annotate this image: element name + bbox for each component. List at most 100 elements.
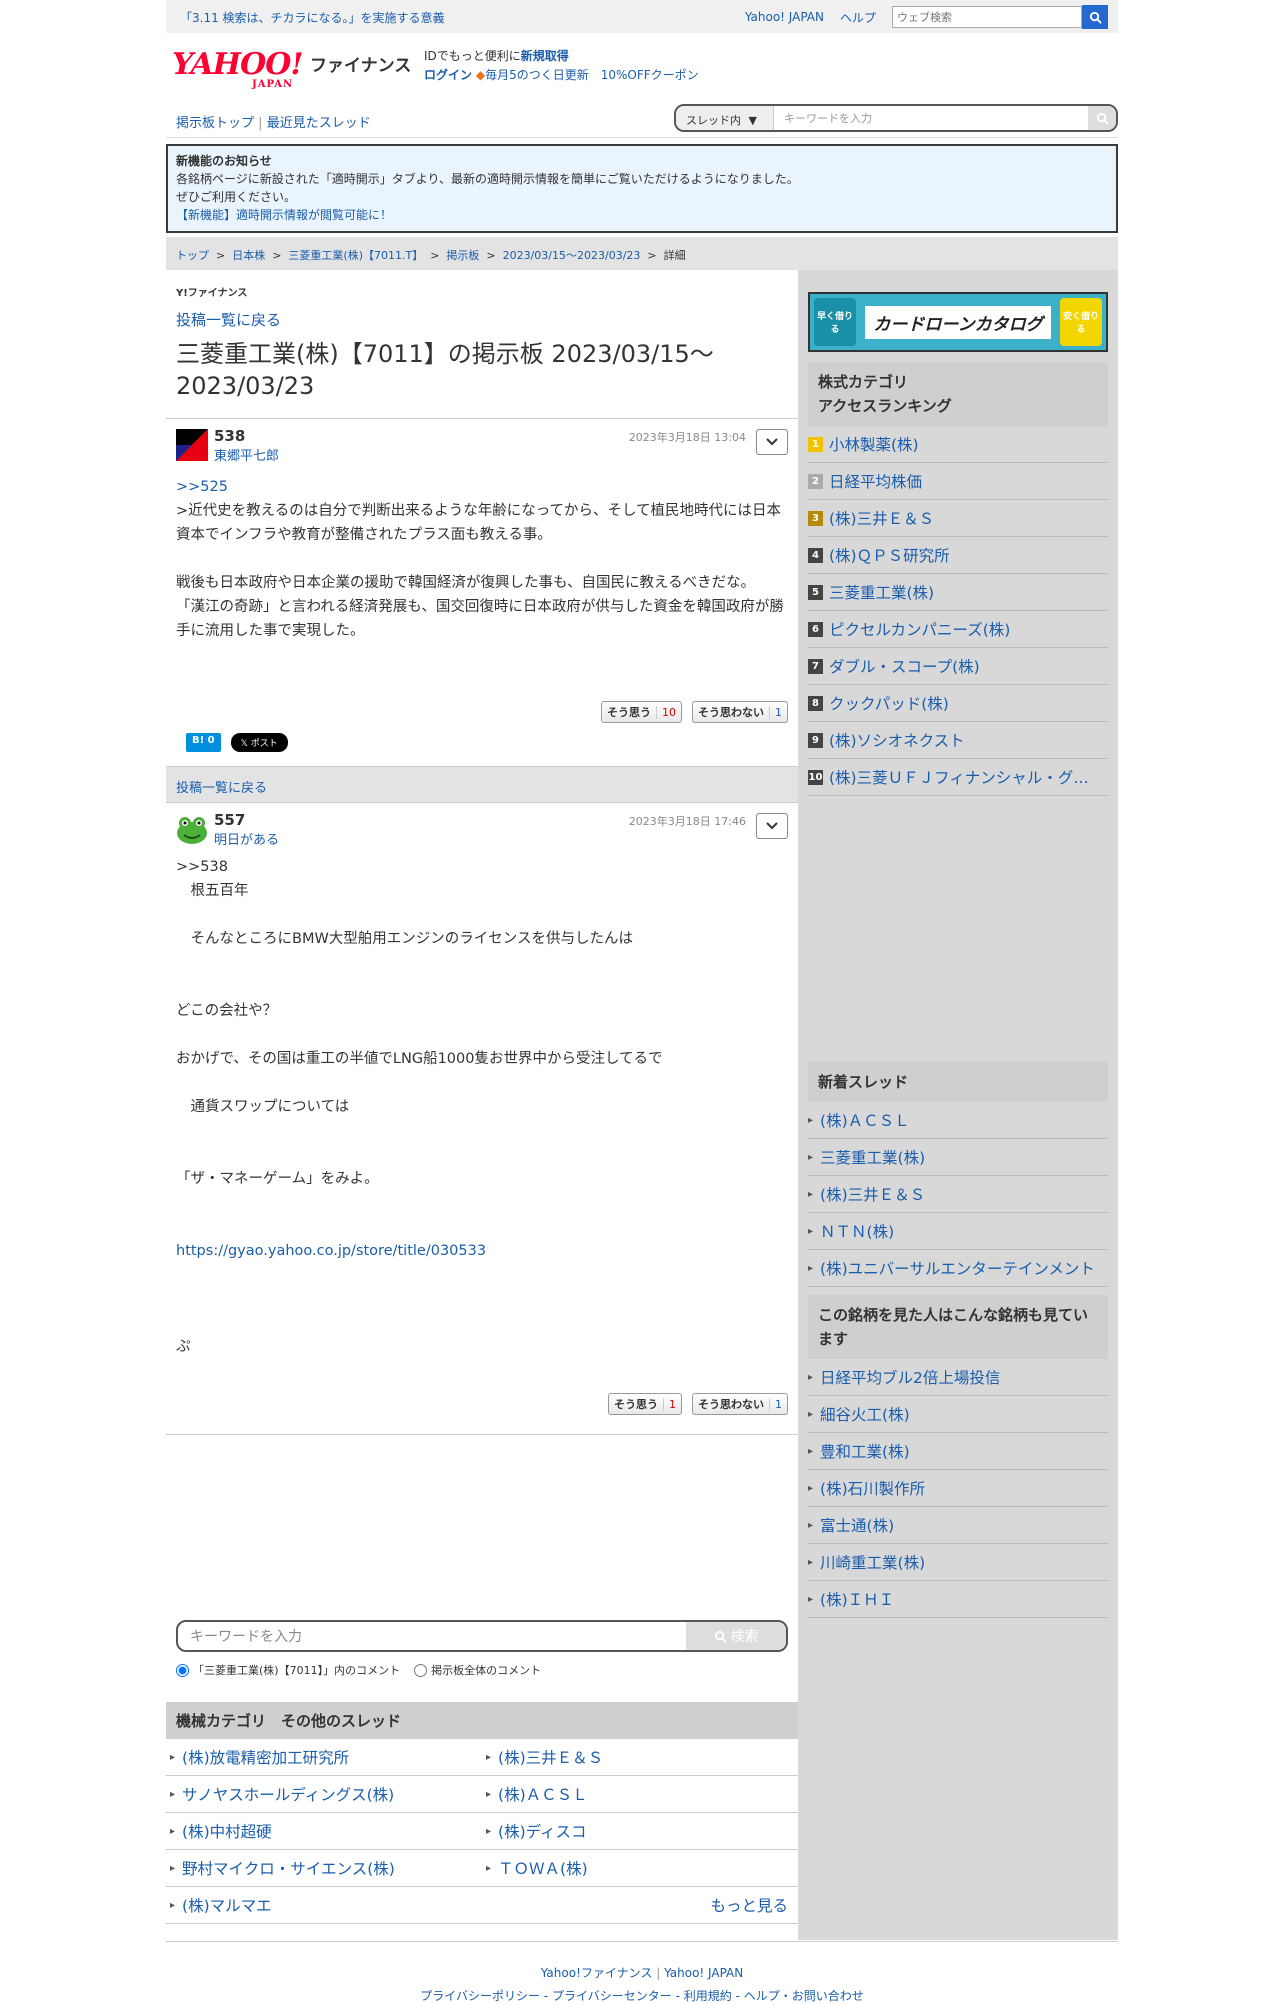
post-menu-button[interactable]	[756, 429, 788, 455]
new-thread-item-link[interactable]: (株)三井Ｅ＆Ｓ	[820, 1183, 925, 1205]
other-thread-item[interactable]: ▸ (株)ＡＣＳＬ	[482, 1776, 798, 1813]
other-thread-item[interactable]: ▸ (株)マルマエ	[166, 1887, 482, 1924]
new-thread-item-link[interactable]: (株)ユニバーサルエンターテインメント	[820, 1257, 1095, 1279]
also-viewed-item-link[interactable]: 細谷火工(株)	[820, 1403, 910, 1425]
ranking-item[interactable]: 5 三菱重工業(株)	[808, 574, 1108, 611]
ranking-item[interactable]: 3 (株)三井Ｅ＆Ｓ	[808, 500, 1108, 537]
web-search-input[interactable]	[892, 6, 1082, 28]
other-thread-item[interactable]: ▸ サノヤスホールディングス(株)	[166, 1776, 482, 1813]
other-thread-link[interactable]: (株)中村超硬	[182, 1820, 272, 1842]
disagree-button[interactable]: そう思わない 1	[692, 1393, 788, 1415]
other-thread-item[interactable]: ▸ (株)三井Ｅ＆Ｓ	[482, 1739, 798, 1776]
user-link[interactable]: 明日がある	[214, 833, 279, 848]
other-thread-link[interactable]: 野村マイクロ・サイエンス(株)	[182, 1857, 395, 1879]
other-thread-item[interactable]: ▸ (株)放電精密加工研究所	[166, 1739, 482, 1776]
new-thread-item[interactable]: ▸ ＮＴＮ(株)	[808, 1213, 1108, 1250]
other-thread-link[interactable]: サノヤスホールディングス(株)	[182, 1783, 394, 1805]
back-to-list-link-2[interactable]: 投稿一覧に戻る	[176, 781, 267, 796]
ranking-item[interactable]: 6 ピクセルカンパニーズ(株)	[808, 611, 1108, 648]
new-thread-item[interactable]: ▸ (株)ＡＣＳＬ	[808, 1102, 1108, 1139]
also-viewed-item[interactable]: ▸ (株)ＩＨＩ	[808, 1581, 1108, 1618]
crumb-stock[interactable]: 三菱重工業(株)【7011.T】	[288, 249, 423, 262]
signup-link[interactable]: 新規取得	[521, 49, 569, 63]
new-thread-item-link[interactable]: ＮＴＮ(株)	[820, 1220, 894, 1242]
disagree-button[interactable]: そう思わない 1	[692, 701, 788, 723]
other-thread-link[interactable]: (株)三井Ｅ＆Ｓ	[498, 1746, 603, 1768]
notice-link[interactable]: 【新機能】適時開示情報が閲覧可能に！	[176, 208, 392, 222]
other-thread-link[interactable]: (株)ディスコ	[498, 1820, 587, 1842]
tweet-button[interactable]: 𝕏 ポスト	[230, 733, 288, 752]
ranking-link[interactable]: (株)三井Ｅ＆Ｓ	[829, 507, 934, 529]
ranking-link[interactable]: 小林製薬(株)	[829, 433, 919, 455]
ranking-item[interactable]: 9 (株)ソシオネクスト	[808, 722, 1108, 759]
bottom-search-input[interactable]: キーワードを入力	[178, 1626, 686, 1646]
also-viewed-item[interactable]: ▸ (株)石川製作所	[808, 1470, 1108, 1507]
also-viewed-item-link[interactable]: (株)ＩＨＩ	[820, 1588, 894, 1610]
yahoo-japan-link[interactable]: Yahoo! JAPAN	[745, 10, 824, 24]
promo-link[interactable]: 「3.11 検索は、チカラになる。」を実施する意義	[180, 9, 445, 26]
other-thread-item[interactable]: ▸ (株)ディスコ	[482, 1813, 798, 1850]
also-viewed-item[interactable]: ▸ 豊和工業(株)	[808, 1433, 1108, 1470]
ranking-item[interactable]: 2 日経平均株価	[808, 463, 1108, 500]
web-search-button[interactable]	[1082, 5, 1108, 29]
ranking-link[interactable]: (株)ソシオネクスト	[829, 729, 965, 751]
also-viewed-item-link[interactable]: 日経平均ブル2倍上場投信	[820, 1366, 1000, 1388]
new-thread-item[interactable]: ▸ (株)三井Ｅ＆Ｓ	[808, 1176, 1108, 1213]
post-menu-button[interactable]	[756, 813, 788, 839]
footer-yahoo-link[interactable]: Yahoo! JAPAN	[664, 1966, 743, 1980]
ranking-link[interactable]: (株)ＱＰＳ研究所	[829, 544, 950, 566]
other-thread-link[interactable]: (株)放電精密加工研究所	[182, 1746, 349, 1768]
ranking-item[interactable]: 10 (株)三菱ＵＦＪフィナンシャル・グループ	[808, 759, 1108, 796]
ranking-link[interactable]: クックパッド(株)	[829, 692, 949, 714]
also-viewed-item-link[interactable]: 豊和工業(株)	[820, 1440, 910, 1462]
other-thread-link[interactable]: (株)ＡＣＳＬ	[498, 1783, 588, 1805]
more-link[interactable]: もっと見る	[710, 1894, 788, 1916]
coupon-link[interactable]: 毎月5のつく日更新 10%OFFクーポン	[485, 68, 699, 82]
ranking-item[interactable]: 7 ダブル・スコープ(株)	[808, 648, 1108, 685]
also-viewed-item-link[interactable]: (株)石川製作所	[820, 1477, 925, 1499]
thread-search-input[interactable]: キーワードを入力	[774, 110, 1088, 126]
scope-select[interactable]: スレッド内 ▼	[676, 106, 774, 130]
scope-all-radio[interactable]	[414, 1663, 428, 1677]
other-thread-link[interactable]: (株)マルマエ	[182, 1894, 272, 1916]
also-viewed-item[interactable]: ▸ 細谷火工(株)	[808, 1396, 1108, 1433]
new-thread-item-link[interactable]: 三菱重工業(株)	[820, 1146, 925, 1168]
new-thread-item-link[interactable]: (株)ＡＣＳＬ	[820, 1109, 910, 1131]
new-thread-item[interactable]: ▸ (株)ユニバーサルエンターテインメント	[808, 1250, 1108, 1287]
crumb-board[interactable]: 掲示板	[446, 249, 479, 262]
ranking-link[interactable]: (株)三菱ＵＦＪフィナンシャル・グループ	[829, 766, 1099, 788]
other-thread-item[interactable]: ▸ 野村マイクロ・サイエンス(株)	[166, 1850, 482, 1887]
agree-button[interactable]: そう思う 1	[608, 1393, 682, 1415]
also-viewed-item-link[interactable]: 富士通(株)	[820, 1514, 894, 1536]
recent-threads-link[interactable]: 最近見たスレッド	[267, 116, 371, 131]
ranking-link[interactable]: ピクセルカンパニーズ(株)	[829, 618, 1010, 640]
thread-search-button[interactable]	[1088, 106, 1116, 130]
other-thread-link[interactable]: ＴＯＷＡ(株)	[498, 1857, 588, 1879]
footer-links[interactable]: プライバシーポリシー - プライバシーセンター - 利用規約 - ヘルプ・お問い…	[166, 1987, 1118, 2004]
card-loan-ad[interactable]: 早く借りる カードローンカタログ 安く借りる	[808, 292, 1108, 352]
ranking-item[interactable]: 4 (株)ＱＰＳ研究所	[808, 537, 1108, 574]
scope-thread-radio[interactable]	[176, 1663, 189, 1677]
footer-finance-link[interactable]: Yahoo!ファイナンス	[541, 1966, 653, 1980]
crumb-range[interactable]: 2023/03/15〜2023/03/23	[503, 249, 641, 262]
crumb-japan[interactable]: 日本株	[232, 249, 265, 262]
back-to-list-link[interactable]: 投稿一覧に戻る	[176, 311, 281, 329]
also-viewed-item[interactable]: ▸ 川崎重工業(株)	[808, 1544, 1108, 1581]
new-thread-item[interactable]: ▸ 三菱重工業(株)	[808, 1139, 1108, 1176]
ranking-item[interactable]: 1 小林製薬(株)	[808, 426, 1108, 463]
bottom-search-button[interactable]: 検索	[686, 1622, 786, 1650]
ranking-link[interactable]: 日経平均株価	[829, 470, 922, 492]
more-threads-link[interactable]: もっと見る	[482, 1887, 798, 1924]
ranking-link[interactable]: ダブル・スコープ(株)	[829, 655, 980, 677]
also-viewed-item[interactable]: ▸ 富士通(株)	[808, 1507, 1108, 1544]
yahoo-logo[interactable]: YAHOO! JAPAN	[172, 47, 304, 90]
also-viewed-item-link[interactable]: 川崎重工業(株)	[820, 1551, 925, 1573]
help-link[interactable]: ヘルプ	[840, 9, 876, 26]
external-link[interactable]: https://gyao.yahoo.co.jp/store/title/030…	[176, 1243, 486, 1259]
also-viewed-item[interactable]: ▸ 日経平均ブル2倍上場投信	[808, 1359, 1108, 1396]
user-link[interactable]: 東郷平七郎	[214, 449, 279, 464]
other-thread-item[interactable]: ▸ ＴＯＷＡ(株)	[482, 1850, 798, 1887]
board-top-link[interactable]: 掲示板トップ	[176, 116, 254, 131]
hatena-bookmark-button[interactable]: B! 0	[186, 733, 221, 752]
ranking-link[interactable]: 三菱重工業(株)	[829, 581, 934, 603]
